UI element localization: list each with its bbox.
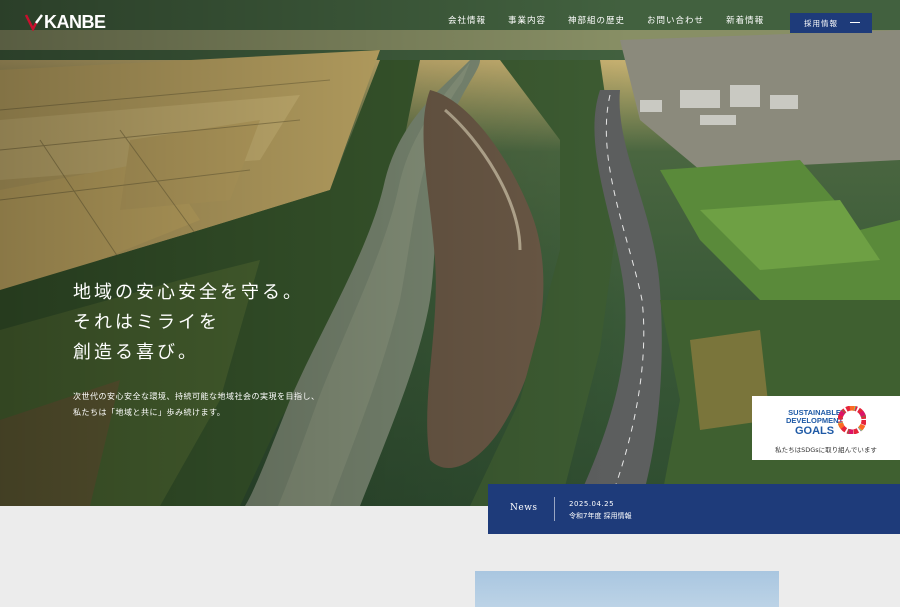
kanbe-logo-icon bbox=[24, 14, 43, 31]
headline-line-1: 地域の安心安全を守る。 bbox=[73, 282, 304, 303]
nav-contact[interactable]: お問い合わせ bbox=[647, 14, 704, 26]
sdgs-caption: 私たちはSDGsに取り組んでいます bbox=[775, 446, 877, 454]
nav-news[interactable]: 新着情報 bbox=[726, 14, 764, 26]
sdgs-wheel-icon bbox=[838, 406, 866, 434]
news-date: 2025.04.25 bbox=[569, 500, 615, 508]
news-bar[interactable]: News 2025.04.25 令和7年度 採用情報 bbox=[488, 484, 900, 534]
nav-history[interactable]: 神部組の歴史 bbox=[568, 14, 625, 26]
arrow-right-icon bbox=[850, 22, 860, 23]
news-title[interactable]: 令和7年度 採用情報 bbox=[569, 511, 632, 521]
subtext-line-1: 次世代の安心安全な環境、持続可能な地域社会の実現を目指し、 bbox=[73, 392, 320, 401]
headline-line-3: 創造る喜び。 bbox=[73, 342, 199, 363]
sdgs-title: SUSTAINABLE DEVELOPMENT GOALS bbox=[786, 409, 844, 438]
recruit-button-label: 採用情報 bbox=[804, 18, 838, 28]
recruit-button[interactable]: 採用情報 bbox=[790, 13, 872, 33]
global-nav: 会社情報 事業内容 神部組の歴史 お問い合わせ 新着情報 bbox=[448, 14, 786, 26]
section-image bbox=[475, 571, 779, 607]
nav-company[interactable]: 会社情報 bbox=[448, 14, 486, 26]
hero-subtext: 次世代の安心安全な環境、持続可能な地域社会の実現を目指し、 私たちは「地域と共に… bbox=[73, 389, 320, 421]
hero-headline: 地域の安心安全を守る。 それはミライを 創造る喜び。 bbox=[73, 278, 304, 368]
headline-line-2: それはミライを bbox=[73, 312, 220, 333]
subtext-line-2: 私たちは「地域と共に」歩み続けます。 bbox=[73, 408, 226, 417]
logo-wordmark: KANBE bbox=[44, 11, 106, 32]
site-logo[interactable]: KANBE bbox=[24, 10, 106, 34]
sdgs-title-goals: GOALS bbox=[794, 425, 835, 437]
nav-business[interactable]: 事業内容 bbox=[508, 14, 546, 26]
sdgs-title-mid: DEVELOPMENT bbox=[786, 416, 844, 425]
news-divider bbox=[554, 497, 555, 521]
sdgs-card[interactable]: SUSTAINABLE DEVELOPMENT GOALS 私たちはSDGsに取… bbox=[752, 396, 900, 460]
news-label: News bbox=[510, 503, 538, 513]
